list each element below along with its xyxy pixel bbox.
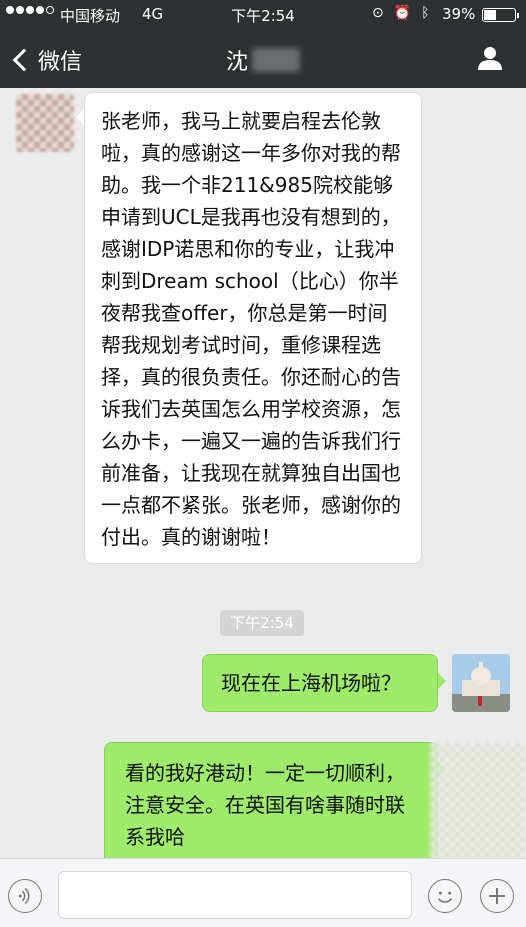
message-input[interactable] — [58, 871, 412, 919]
battery-icon — [482, 8, 519, 22]
rotation-lock-icon: ⊙ — [372, 5, 384, 21]
bluetooth-icon: ᛒ — [421, 5, 430, 21]
person-icon[interactable] — [476, 44, 504, 72]
input-bar — [0, 858, 526, 927]
emoji-icon[interactable] — [428, 879, 462, 913]
status-bar: 中国移动 4G 下午2:54 ⊙ ⏰ ᛒ 39% — [0, 0, 526, 30]
user-avatar[interactable] — [452, 654, 510, 712]
voice-icon[interactable] — [8, 879, 42, 913]
message-timestamp: 下午2:54 — [220, 610, 304, 636]
nav-bar: 微信 沈 — [0, 30, 526, 88]
incoming-message[interactable]: 张老师，我马上就要启程去伦敦啦，真的感谢这一年多你对我的帮助。我一个非211&9… — [76, 92, 422, 564]
outgoing-message[interactable]: 看的我好港动！一定一切顺利，注意安全。在英国有啥事随时联系我哈 — [104, 742, 446, 866]
outgoing-message[interactable]: 现在在上海机场啦？ — [202, 654, 446, 712]
battery-fill — [484, 10, 496, 20]
plus-icon[interactable] — [480, 879, 514, 913]
chat-area[interactable]: 张老师，我马上就要启程去伦敦啦，真的感谢这一年多你对我的帮助。我一个非211&9… — [0, 88, 526, 882]
contact-name: 沈 — [225, 50, 248, 75]
contact-avatar[interactable] — [16, 94, 74, 152]
chat-title: 沈 — [0, 44, 526, 76]
alarm-icon: ⏰ — [393, 5, 412, 21]
battery-percent: 39% — [442, 5, 476, 23]
blurred-name — [252, 48, 300, 72]
